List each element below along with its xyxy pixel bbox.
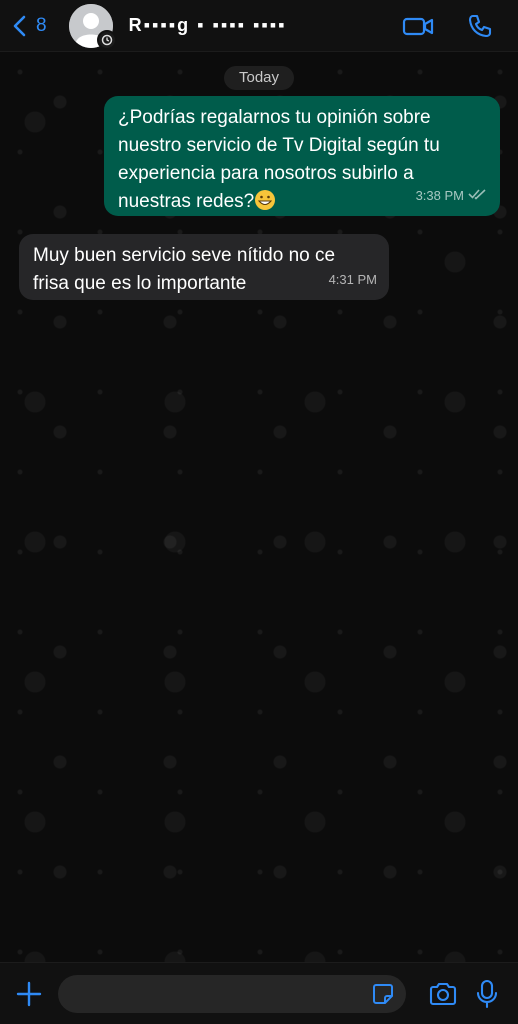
chat-header: 8 R▪▪▪▪g ▪ ▪▪▪▪ ▪▪▪▪ <box>0 0 518 52</box>
contact-name[interactable]: R▪▪▪▪g ▪ ▪▪▪▪ ▪▪▪▪ <box>129 15 369 36</box>
timer-badge <box>96 29 117 50</box>
header-actions <box>402 13 496 39</box>
message-time: 4:31 PM <box>328 272 377 287</box>
read-ticks-icon <box>468 182 488 210</box>
chevron-left-icon <box>13 15 26 36</box>
plus-icon[interactable] <box>16 981 42 1007</box>
message-text: Muy buen servicio seve nítido no ce fris… <box>33 245 336 294</box>
composer-bar <box>0 962 518 1024</box>
message-time: 3:38 PM <box>415 188 464 203</box>
video-call-icon[interactable] <box>402 13 434 39</box>
outgoing-message[interactable]: ¿Podrías regalarnos tu opinión sobre nue… <box>104 96 500 216</box>
avatar[interactable] <box>68 3 117 50</box>
message-meta: 3:38 PM <box>416 182 488 210</box>
message-meta: 4:31 PM <box>329 266 377 294</box>
date-separator: Today <box>224 66 294 90</box>
grinning-face-icon <box>255 190 276 210</box>
camera-icon[interactable] <box>428 981 458 1007</box>
timer-icon <box>101 34 112 45</box>
sticker-icon[interactable] <box>372 983 394 1005</box>
incoming-message[interactable]: Muy buen servicio seve nítido no ce fris… <box>19 234 389 300</box>
unread-count: 8 <box>36 14 47 36</box>
back-button[interactable]: 8 <box>12 15 47 37</box>
microphone-icon[interactable] <box>476 979 498 1009</box>
message-input[interactable] <box>58 983 358 1004</box>
message-input-container[interactable] <box>58 974 406 1013</box>
phone-call-icon[interactable] <box>464 13 496 39</box>
